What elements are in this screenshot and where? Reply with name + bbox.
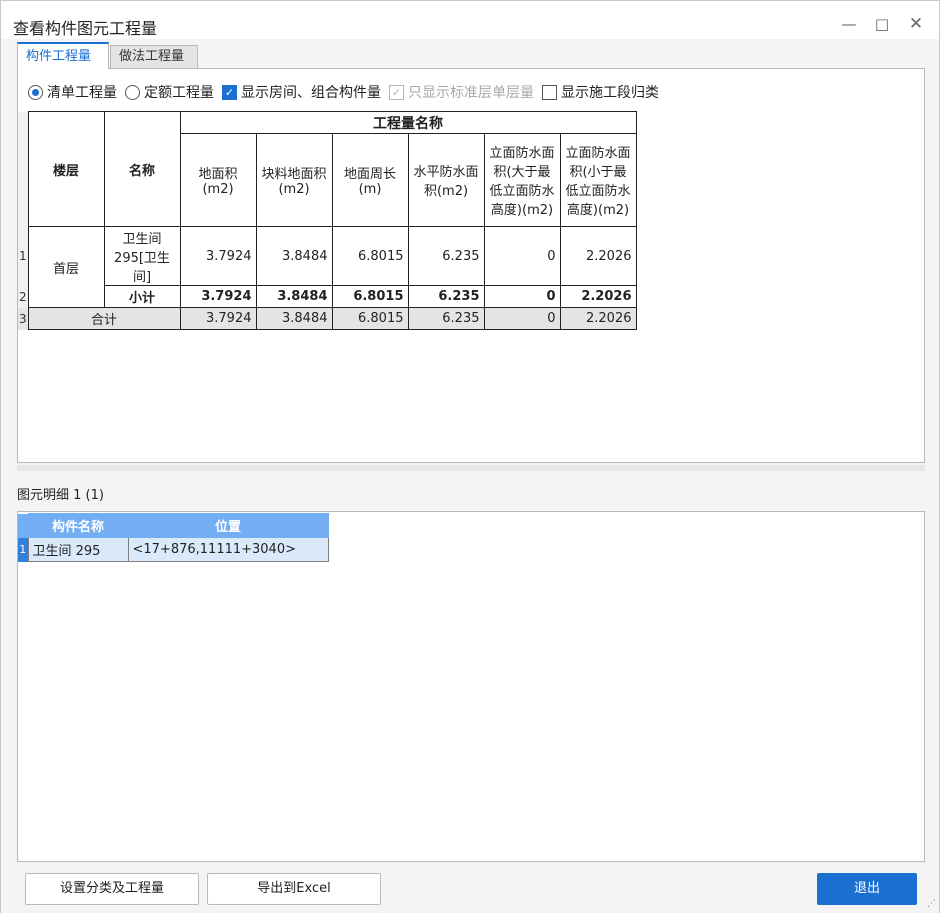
row-number: 2 — [18, 285, 28, 308]
cell-value: 3.8484 — [255, 226, 333, 286]
export-excel-button[interactable]: 导出到Excel — [207, 873, 381, 905]
cell-value: 3.7924 — [179, 307, 257, 330]
row-number: 1 — [18, 226, 28, 286]
cell-component-name[interactable]: 卫生间 295 — [27, 537, 129, 562]
cell-total-label: 合计 — [27, 307, 181, 330]
cell-name: 卫生间 295[卫生间] — [103, 226, 181, 286]
cell-value: 0 — [483, 285, 561, 308]
cell-value: 6.8015 — [331, 226, 409, 286]
row-number: 3 — [18, 307, 28, 330]
checkbox-std-floor: ✓ 只显示标准层单层量 — [389, 82, 534, 102]
col-component-name-header[interactable]: 构件名称 — [27, 513, 129, 538]
tab-component-quantity[interactable]: 构件工程量 — [17, 42, 109, 69]
col-header: 块料地面积(m2) — [255, 133, 333, 227]
checkbox-std-floor-label: 只显示标准层单层量 — [408, 85, 534, 101]
checkbox-disabled-icon: ✓ — [389, 84, 404, 100]
panel-splitter[interactable] — [17, 465, 925, 471]
window-title: 查看构件图元工程量 — [13, 19, 158, 38]
footer-bar: 设置分类及工程量 导出到Excel 退出 — [1, 863, 939, 913]
detail-title: 图元明细 1 (1) — [17, 488, 104, 503]
col-header: 立面防水面积(小于最低立面防水高度)(m2) — [559, 133, 637, 227]
table-row[interactable]: 1 卫生间 295 <17+876,11111+3040> — [18, 537, 329, 562]
cell-value: 6.235 — [407, 307, 485, 330]
radio-list-label: 清单工程量 — [47, 85, 117, 101]
quantity-group-header: 工程量名称 — [179, 111, 637, 134]
cell-value: 2.2026 — [559, 285, 637, 308]
quantity-panel: 清单工程量 定额工程量 ✓ 显示房间、组合构件量 ✓ 只显示标准层单层量 显示施… — [17, 68, 925, 463]
quantity-table: 楼层 名称 工程量名称 地面积(m2) 块料地面积(m2) 地面周长(m) 水平… — [18, 111, 637, 330]
cell-value: 6.8015 — [331, 307, 409, 330]
checkbox-show-room-label: 显示房间、组合构件量 — [241, 85, 381, 101]
row-number: 1 — [18, 537, 28, 562]
table-row[interactable]: 1 首层 卫生间 295[卫生间] 3.7924 3.8484 6.8015 6… — [18, 226, 637, 308]
radio-unchecked-icon[interactable] — [125, 84, 140, 100]
cell-value: 2.2026 — [559, 226, 637, 286]
col-header: 立面防水面积(大于最低立面防水高度)(m2) — [483, 133, 561, 227]
set-category-button[interactable]: 设置分类及工程量 — [25, 873, 199, 905]
tab-method-quantity[interactable]: 做法工程量 — [110, 45, 198, 69]
checkbox-stage-label: 显示施工段归类 — [561, 85, 659, 101]
row-number-header — [18, 513, 28, 538]
cell-value: 0 — [483, 226, 561, 286]
title-bar: 查看构件图元工程量 — □ ✕ — [1, 1, 939, 39]
dialog-window: 查看构件图元工程量 — □ ✕ 构件工程量 做法工程量 清单工程量 定额工程量 … — [0, 0, 940, 913]
cell-value: 6.235 — [407, 226, 485, 286]
cell-value: 3.7924 — [179, 285, 257, 308]
radio-list-quantity[interactable]: 清单工程量 — [28, 82, 117, 102]
cell-value: 3.7924 — [179, 226, 257, 286]
cell-position[interactable]: <17+876,11111+3040> — [127, 537, 329, 562]
col-header: 地面积(m2) — [179, 133, 257, 227]
cell-floor: 首层 — [27, 226, 105, 308]
table-row[interactable]: 3 合计 3.7924 3.8484 6.8015 6.235 0 2.2026 — [18, 307, 637, 330]
col-floor-header: 楼层 — [27, 111, 105, 227]
detail-table: 构件名称 位置 1 卫生间 295 <17+876,11111+3040> — [18, 513, 329, 562]
cell-subtotal-label: 小计 — [103, 285, 181, 308]
col-name-header: 名称 — [103, 111, 181, 227]
maximize-icon[interactable]: □ — [872, 14, 892, 34]
minimize-icon[interactable]: — — [839, 14, 859, 34]
options-row: 清单工程量 定额工程量 ✓ 显示房间、组合构件量 ✓ 只显示标准层单层量 显示施… — [28, 82, 667, 102]
col-header: 水平防水面积(m2) — [407, 133, 485, 227]
checkbox-stage[interactable]: 显示施工段归类 — [542, 82, 659, 102]
col-header: 地面周长(m) — [331, 133, 409, 227]
table-row[interactable]: 2 小计 3.7924 3.8484 6.8015 6.235 0 2.2026 — [18, 285, 637, 308]
checkbox-unchecked-icon[interactable] — [542, 84, 557, 100]
close-icon[interactable]: ✕ — [906, 14, 926, 34]
radio-quota-quantity[interactable]: 定额工程量 — [125, 82, 214, 102]
cell-value: 3.8484 — [255, 307, 333, 330]
cell-value: 2.2026 — [559, 307, 637, 330]
col-position-header[interactable]: 位置 — [127, 513, 329, 538]
resize-grip-icon[interactable]: ⋰ — [927, 899, 936, 909]
cell-value: 6.235 — [407, 285, 485, 308]
cell-value: 6.8015 — [331, 285, 409, 308]
radio-quota-label: 定额工程量 — [144, 85, 214, 101]
checkbox-checked-icon[interactable]: ✓ — [222, 84, 237, 100]
checkbox-show-room[interactable]: ✓ 显示房间、组合构件量 — [222, 82, 381, 102]
radio-checked-icon[interactable] — [28, 84, 43, 100]
cell-value: 0 — [483, 307, 561, 330]
exit-button[interactable]: 退出 — [817, 873, 917, 905]
cell-value: 3.8484 — [255, 285, 333, 308]
detail-panel: 构件名称 位置 1 卫生间 295 <17+876,11111+3040> — [17, 511, 925, 862]
row-number-header — [18, 111, 28, 227]
